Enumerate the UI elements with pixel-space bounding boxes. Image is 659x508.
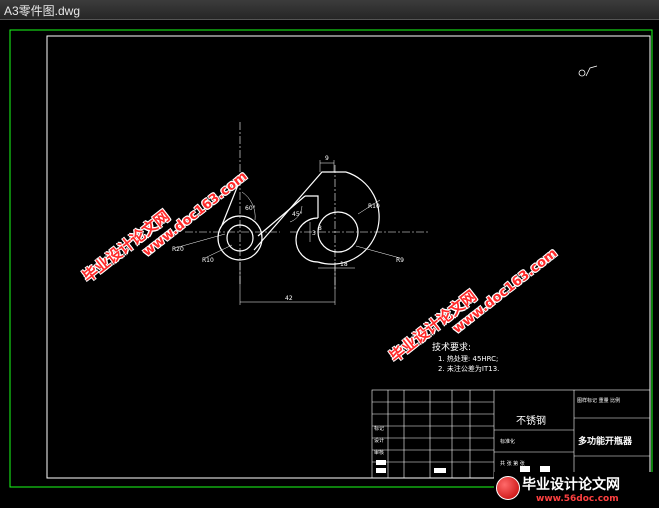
dim-r10: R10 xyxy=(202,257,214,264)
design-label: 设计 xyxy=(374,438,385,444)
standard-label: 标准化 xyxy=(500,439,516,445)
check-label: 审核 xyxy=(374,450,385,456)
dimension-text: 42 9 18 3 8 R20 R10 R10 R9 45° 60° xyxy=(172,155,404,302)
brand-logo-icon xyxy=(496,476,520,500)
dimension-lines xyxy=(174,160,401,305)
sheet-label: 共 张 第 张 xyxy=(500,461,525,467)
dim-angle: 60° xyxy=(245,205,256,212)
dim-18: 18 xyxy=(340,261,348,268)
dim-r9: R9 xyxy=(396,257,404,264)
mark-label: 标记 xyxy=(374,426,385,432)
brand-logo: 毕业设计论文网 www.56doc.com xyxy=(494,472,654,508)
center-lines xyxy=(185,122,430,290)
dim-3: 3 xyxy=(312,230,316,237)
tech-req-heading: 技术要求: xyxy=(432,343,472,353)
roughness-symbol-icon xyxy=(578,65,598,77)
tech-req-item-2: 2. 未注公差为IT13. xyxy=(438,365,500,373)
top-note-label: 图样标记 重量 比例 xyxy=(577,398,621,404)
dim-45: 45° xyxy=(292,211,303,218)
dim-8: 8 xyxy=(318,225,322,232)
dim-r20: R20 xyxy=(172,246,184,253)
part-name-label: 多功能开瓶器 xyxy=(578,437,633,447)
window-title: A3零件图.dwg xyxy=(4,4,81,18)
tech-req-item-1: 1. 热处理: 45HRC; xyxy=(438,355,499,363)
cad-canvas[interactable]: 42 9 18 3 8 R20 R10 R10 R9 45° 60° 毕业设计论… xyxy=(0,20,659,508)
brand-name: 毕业设计论文网 xyxy=(522,477,620,493)
dim-42: 42 xyxy=(285,295,293,302)
dim-9: 9 xyxy=(325,155,329,162)
material-label: 不锈钢 xyxy=(516,416,546,427)
dim-r10b: R10 xyxy=(368,203,380,210)
brand-url: www.56doc.com xyxy=(536,494,619,504)
window-titlebar: A3零件图.dwg xyxy=(0,0,659,20)
